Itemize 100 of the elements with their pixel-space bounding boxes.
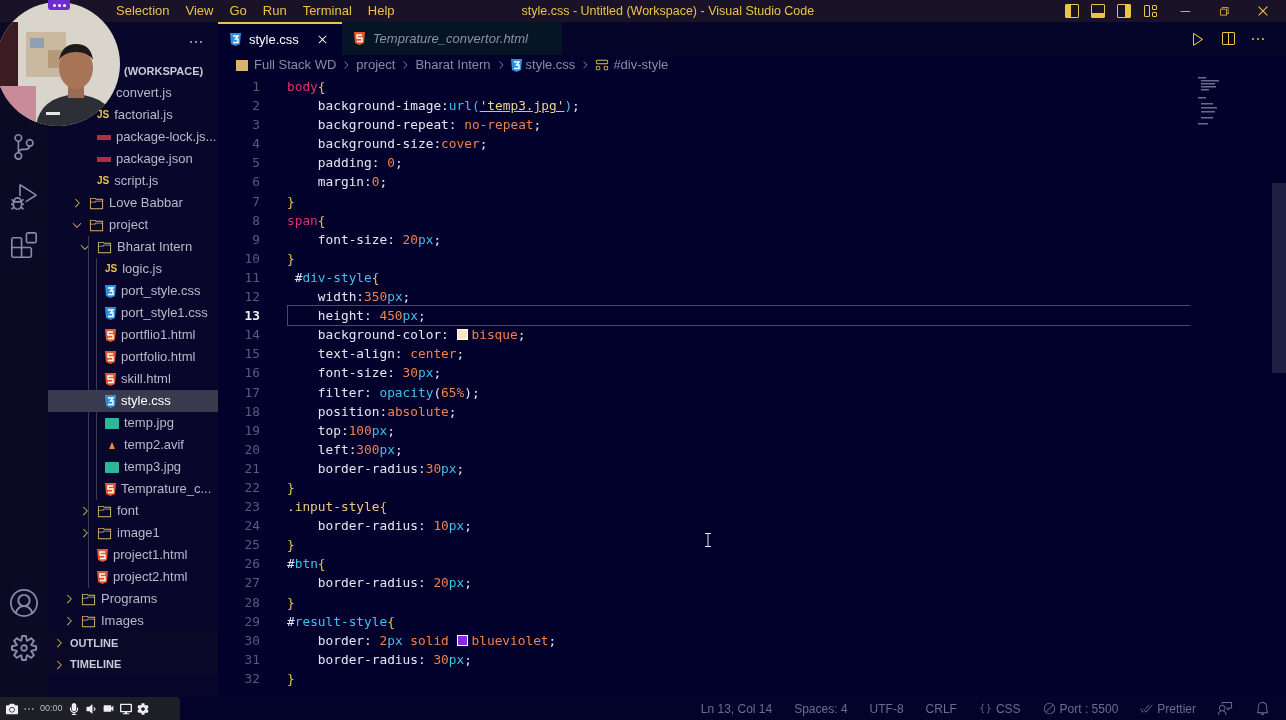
code-line: width:350px; — [316, 288, 411, 307]
feedback-icon[interactable] — [1218, 701, 1233, 716]
line-number: 10 — [243, 249, 260, 268]
line-number: 19 — [243, 421, 260, 440]
css-file-icon — [105, 284, 116, 298]
source-control-icon[interactable] — [11, 134, 37, 160]
line-number: 7 — [251, 192, 260, 211]
folder-item[interactable]: Love Babbar — [70, 192, 185, 215]
code-line: span{ — [287, 211, 326, 230]
menu-item[interactable]: Selection — [116, 1, 170, 21]
layout-icon[interactable] — [1142, 3, 1158, 19]
breadcrumb-item[interactable]: style.css — [525, 55, 576, 75]
file-item[interactable]: portflio1.html — [105, 324, 198, 347]
code-line: border-radius:30px; — [316, 459, 465, 478]
line-number: 2 — [251, 97, 260, 116]
file-item[interactable]: style.css — [48, 390, 218, 413]
restore-icon[interactable] — [1218, 5, 1230, 17]
workspace-header[interactable]: (WORKSPACE) — [124, 62, 204, 80]
breadcrumb-item[interactable]: Bharat Intern — [415, 55, 491, 75]
breadcrumb-item[interactable]: Full Stack WD — [254, 55, 337, 75]
sidebar-left-icon[interactable] — [1064, 3, 1080, 19]
folder-item[interactable]: Programs — [62, 588, 160, 611]
run-icon[interactable] — [1190, 30, 1206, 47]
line-number: 22 — [243, 478, 260, 497]
line-number: 16 — [243, 364, 260, 383]
css-file-icon — [105, 394, 116, 408]
file-item[interactable]: portfolio.html — [105, 346, 198, 369]
code-line: padding: 0; — [316, 154, 403, 173]
file-item[interactable]: project2.html — [97, 566, 190, 589]
file-item[interactable]: convert.js — [116, 82, 174, 105]
extensions-icon[interactable] — [11, 232, 37, 258]
file-item[interactable]: temp2.avif — [105, 434, 186, 457]
section-header[interactable]: TIMELINE — [48, 653, 218, 676]
status-item[interactable]: Port : 5500 — [1042, 699, 1119, 718]
webcam-icon[interactable] — [101, 702, 115, 715]
microphone-icon[interactable] — [67, 702, 80, 715]
file-item[interactable]: project1.html — [97, 544, 190, 567]
line-number: 6 — [251, 173, 260, 192]
breadcrumb-item[interactable]: #div-style — [613, 55, 669, 75]
status-item[interactable]: Prettier — [1140, 699, 1196, 718]
status-item[interactable]: CSS — [978, 699, 1021, 718]
section-header[interactable]: OUTLINE — [48, 632, 218, 654]
screen-icon[interactable] — [119, 702, 132, 715]
file-item[interactable]: package-lock.js... — [97, 126, 219, 149]
html-file-icon — [105, 372, 116, 386]
file-item[interactable]: JS factorial.js — [97, 104, 175, 127]
settings-icon[interactable] — [136, 702, 149, 715]
file-item[interactable]: port_style1.css — [105, 302, 210, 325]
editor-tab[interactable]: Temprature_convertor.html — [341, 22, 562, 55]
folder-item[interactable]: project — [70, 214, 151, 237]
status-item[interactable]: Ln 13, Col 14 — [700, 699, 773, 718]
line-number: 27 — [243, 574, 260, 593]
menu-item[interactable]: Run — [262, 1, 287, 21]
camera-icon[interactable] — [6, 702, 18, 715]
run-debug-icon[interactable] — [11, 184, 37, 210]
account-icon[interactable] — [10, 589, 38, 617]
no-entry-icon — [1042, 702, 1056, 715]
status-item[interactable]: CRLF — [925, 699, 957, 718]
folder-item[interactable]: Bharat Intern — [78, 236, 195, 259]
menu-item[interactable]: Go — [229, 1, 247, 21]
folder-item[interactable]: image1 — [78, 522, 162, 545]
file-item[interactable]: skill.html — [105, 368, 173, 391]
panel-icon[interactable] — [1090, 3, 1106, 19]
scrollbar-thumb[interactable] — [1272, 183, 1286, 373]
line-number: 18 — [243, 402, 260, 421]
close-icon[interactable] — [1256, 4, 1270, 18]
menu-item[interactable]: Terminal — [302, 1, 352, 21]
braces-icon — [978, 702, 992, 715]
double-check-icon — [1140, 702, 1154, 715]
file-item[interactable]: port_style.css — [105, 280, 203, 303]
color-swatch[interactable] — [456, 634, 468, 646]
folder-item[interactable]: font — [78, 500, 141, 523]
file-item[interactable]: package.json — [97, 148, 195, 171]
code-line: border: 2px solid blueviolet; — [316, 631, 557, 650]
bell-icon[interactable] — [1255, 701, 1270, 716]
split-editor-icon[interactable] — [1220, 30, 1236, 47]
folder-item[interactable]: Images — [62, 610, 146, 633]
sidebar-right-icon[interactable] — [1116, 3, 1132, 19]
settings-icon[interactable] — [11, 635, 37, 661]
speaker-icon[interactable] — [84, 702, 97, 715]
status-item[interactable]: UTF-8 — [869, 699, 904, 718]
text-cursor-icon — [705, 533, 711, 547]
file-item[interactable]: JS script.js — [97, 170, 161, 193]
file-item[interactable]: temp3.jpg — [105, 456, 184, 479]
file-item[interactable]: temp.jpg — [105, 412, 176, 435]
line-number: 26 — [243, 555, 260, 574]
breadcrumb-item[interactable]: project — [356, 55, 396, 75]
line-number: 20 — [243, 440, 260, 459]
folder-icon — [81, 613, 96, 629]
html-file-icon — [97, 548, 108, 562]
more-button[interactable] — [48, 0, 70, 10]
file-item[interactable]: JS logic.js — [105, 258, 164, 281]
menu-item[interactable]: Help — [367, 1, 395, 21]
color-swatch[interactable] — [456, 329, 468, 341]
file-item[interactable]: Temprature_c... — [105, 478, 214, 501]
status-item[interactable]: Spaces: 4 — [794, 699, 848, 718]
js-file-icon: JS — [97, 176, 110, 187]
code-line: text-align: center; — [316, 345, 465, 364]
folder-icon — [97, 525, 112, 541]
menu-item[interactable]: View — [185, 1, 214, 21]
